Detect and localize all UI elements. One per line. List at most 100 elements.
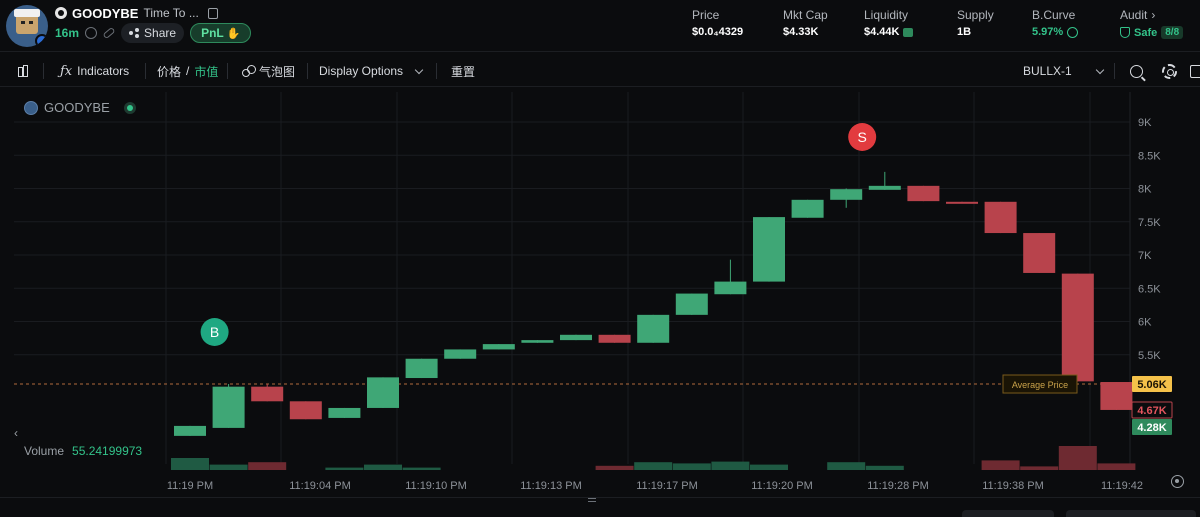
volume-label: Volume [24, 444, 65, 458]
axis-settings-icon[interactable] [1171, 475, 1184, 488]
y-tick-label: 5.5K [1138, 350, 1161, 362]
share-button[interactable]: Share [121, 23, 185, 43]
bubble-chart-button[interactable]: 气泡图 [242, 55, 295, 87]
price-chart[interactable]: 9K 8.5K 8K 7.5K 7K 6.5K 6K 5.5K B S Average Price 5… [14, 92, 1200, 497]
stat-value: 1B [957, 26, 972, 38]
candle-body [444, 349, 477, 359]
candle-body [753, 217, 785, 282]
volume-bar [1020, 466, 1059, 470]
stat-market-cap: Mkt Cap $4.33K [783, 8, 828, 38]
reset-label: 重置 [451, 64, 476, 79]
volume-bar [171, 458, 209, 470]
candle-body [212, 386, 245, 428]
indicators-label: Indicators [77, 64, 130, 78]
stat-value: 5.97% [1032, 26, 1064, 38]
x-tick-label: 11:19:13 PM [520, 480, 582, 492]
token-symbol: GOODYBE [72, 5, 139, 21]
y-tick-label: 7K [1138, 250, 1152, 262]
toggle-divider: / [186, 64, 190, 78]
price-toggle-label[interactable]: 价格 [157, 63, 181, 80]
stat-value: $4.33K [783, 26, 819, 38]
candle-body [405, 358, 438, 379]
volume-bar [325, 467, 364, 470]
candle-body [675, 293, 708, 315]
price-mcap-toggle[interactable]: 价格 / 市值 [157, 55, 218, 87]
average-price-label: Average Price [1012, 380, 1068, 390]
copy-icon[interactable] [207, 7, 218, 19]
x-tick-label: 11:19:20 PM [751, 480, 813, 492]
y-tick-label: 8K [1138, 184, 1152, 196]
buy-marker-label: B [210, 324, 219, 340]
link-icon[interactable] [102, 26, 116, 40]
x-tick-label: 11:19:42 [1101, 480, 1143, 492]
provider-dropdown[interactable]: BULLX-1 [1023, 55, 1104, 87]
search-token-icon[interactable] [85, 27, 98, 39]
token-avatar[interactable] [6, 5, 48, 47]
shield-icon [1120, 27, 1130, 38]
chevron-right-icon: › [1151, 8, 1156, 22]
y-tick-label: 7.5K [1138, 217, 1161, 229]
stat-label: Liquidity [864, 8, 909, 22]
volume-bar [711, 461, 750, 470]
chevron-down-icon [1095, 65, 1104, 74]
zoom-button[interactable] [1130, 55, 1143, 87]
candle-body [637, 314, 670, 343]
reset-button[interactable]: 重置 [451, 55, 475, 87]
candle-body [1061, 273, 1094, 382]
x-tick-label: 11:19:28 PM [867, 480, 929, 492]
pnl-button[interactable]: PnL ✋ [190, 23, 252, 43]
pump-icon [55, 7, 67, 19]
stat-label: B.Curve [1032, 8, 1076, 22]
x-tick-label: 11:19:38 PM [982, 480, 1044, 492]
candle-body [830, 189, 863, 200]
x-tick-label: 11:19:04 PM [289, 480, 351, 492]
candlestick-chart[interactable]: 9K 8.5K 8K 7.5K 7K 6.5K 6K 5.5K B S Average Price 5… [14, 92, 1200, 497]
candle-body [174, 425, 206, 436]
audit-count-badge: 8/8 [1161, 26, 1184, 39]
token-meta-row: 16m Share PnL ✋ [55, 23, 252, 43]
volume-bar [1097, 463, 1136, 470]
candle-body [946, 201, 978, 204]
candle-type-button[interactable] [16, 55, 28, 87]
bottom-tab[interactable] [962, 510, 1054, 517]
stat-audit[interactable]: Audit › Safe 8/8 [1120, 8, 1184, 39]
display-options-dropdown[interactable]: Display Options [319, 55, 424, 87]
indicators-button[interactable]: ƒx Indicators [60, 55, 129, 87]
volume-bar [750, 464, 788, 470]
token-logo-icon [24, 100, 38, 115]
candle-body [482, 344, 515, 350]
function-icon: ƒx [60, 63, 73, 79]
candle-body [367, 377, 399, 408]
bottom-tab[interactable] [1066, 510, 1196, 517]
collapse-legend-icon[interactable]: ‹ [14, 426, 18, 440]
chevron-down-icon [414, 65, 424, 74]
volume-bar [634, 462, 673, 470]
y-tick-label: 8.5K [1138, 150, 1161, 162]
stat-value: Safe [1134, 26, 1158, 39]
token-header: GOODYBE Time To ... 16m Share PnL ✋ Pric… [0, 0, 1200, 52]
stat-liquidity: Liquidity $4.44K [864, 8, 914, 38]
price-tag-label: 4.67K [1137, 405, 1166, 417]
launchpad-badge-icon [35, 34, 48, 47]
fullscreen-button[interactable] [1190, 55, 1200, 87]
candle-body [714, 281, 747, 295]
candle-body [791, 199, 824, 218]
volume-bar [981, 460, 1020, 470]
resize-handle[interactable] [588, 498, 596, 502]
candle-body [984, 201, 1017, 234]
pnl-label: PnL [201, 26, 224, 40]
stat-value: $4.44K [864, 26, 900, 38]
stat-bonding-curve: B.Curve 5.97% [1032, 8, 1079, 38]
volume-legend: Volume 55.24199973 [24, 444, 142, 458]
bottom-panel [0, 497, 1200, 517]
chart-symbol: GOODYBE [44, 100, 110, 115]
share-icon [129, 28, 140, 38]
chart-settings-button[interactable] [1162, 55, 1177, 87]
fullscreen-icon [1190, 64, 1200, 78]
candle-body [251, 386, 284, 402]
y-tick-label: 9K [1138, 117, 1152, 129]
y-tick-label: 6K [1138, 317, 1152, 329]
y-tick-label: 6.5K [1138, 283, 1161, 295]
candle-body [907, 185, 940, 202]
mcap-toggle-label[interactable]: 市值 [194, 63, 218, 80]
